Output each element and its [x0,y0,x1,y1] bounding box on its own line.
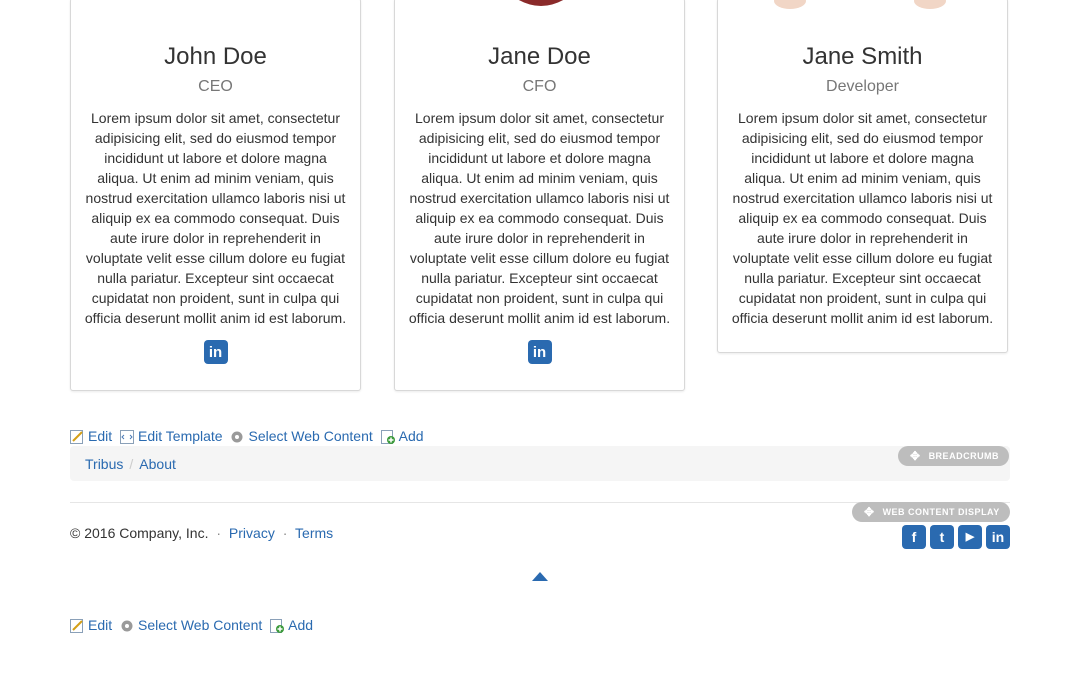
portlet-toolbar: Edit Edit Template Select Web Content Ad… [70,428,428,444]
add-icon [380,430,395,444]
edit-icon [70,619,84,633]
twitter-icon[interactable]: t [930,525,954,549]
move-icon: ✥ [910,449,921,463]
photo-fragment [518,0,564,6]
member-bio: Lorem ipsum dolor sit amet, consectetur … [408,110,671,326]
edit-template-link[interactable]: Edit Template [138,428,223,444]
member-role: CFO [522,78,557,95]
member-bio: Lorem ipsum dolor sit amet, consectetur … [731,110,994,326]
team-card-john-doe: John Doe CEO Lorem ipsum dolor sit amet,… [70,0,361,391]
member-name: Jane Doe [488,43,591,70]
edit-icon [70,430,84,444]
member-role: CEO [198,78,233,95]
edit-button[interactable]: Edit [70,617,116,633]
breadcrumb-item-about[interactable]: About [139,456,176,472]
footer-separator: · [282,525,288,541]
portlet-toolbar-footer: Edit Select Web Content Add [70,617,317,633]
breadcrumb-portlet-badge[interactable]: ✥ BREADCRUMB [898,446,1010,466]
edit-link[interactable]: Edit [88,428,112,444]
breadcrumb: Tribus / About [70,446,1010,481]
caret-up-icon[interactable] [532,572,548,581]
add-button[interactable]: Add [270,617,313,633]
member-bio: Lorem ipsum dolor sit amet, consectetur … [84,110,347,326]
gear-icon [120,619,134,633]
gear-icon [230,430,244,444]
footer-separator: · [216,525,222,541]
add-button[interactable]: Add [380,428,424,444]
facebook-icon[interactable]: f [902,525,926,549]
move-icon: ✥ [864,505,875,519]
team-card-jane-smith: Jane Smith Developer Lorem ipsum dolor s… [717,0,1008,353]
add-icon [270,619,285,633]
photo-fragment [774,0,946,9]
select-web-content-button[interactable]: Select Web Content [230,428,376,444]
team-photo [718,0,1007,13]
add-link[interactable]: Add [399,428,424,444]
privacy-link[interactable]: Privacy [229,525,275,541]
linkedin-icon[interactable]: in [986,525,1010,549]
badge-label: BREADCRUMB [928,451,1000,461]
web-content-display-badge[interactable]: ✥ WEB CONTENT DISPLAY [852,502,1010,522]
select-web-content-button[interactable]: Select Web Content [120,617,266,633]
team-card-jane-doe: Jane Doe CFO Lorem ipsum dolor sit amet,… [394,0,685,391]
breadcrumb-item-tribus[interactable]: Tribus [85,456,123,472]
youtube-icon[interactable]: ▶ [958,525,982,549]
member-role: Developer [826,78,899,95]
team-photo [71,0,360,13]
team-photo [395,0,684,13]
select-web-content-link[interactable]: Select Web Content [138,617,262,633]
badge-label: WEB CONTENT DISPLAY [882,507,1000,517]
linkedin-icon[interactable]: in [203,340,228,364]
breadcrumb-separator: / [129,456,134,472]
terms-link[interactable]: Terms [295,525,333,541]
member-name: John Doe [164,43,267,70]
member-name: Jane Smith [802,43,923,70]
template-icon [120,430,135,444]
breadcrumb-items: Tribus / About [85,456,176,472]
edit-button[interactable]: Edit [70,428,116,444]
add-link[interactable]: Add [288,617,313,633]
edit-template-button[interactable]: Edit Template [120,428,226,444]
edit-link[interactable]: Edit [88,617,112,633]
copyright: © 2016 Company, Inc. [70,525,209,541]
linkedin-icon[interactable]: in [527,340,552,364]
select-web-content-link[interactable]: Select Web Content [248,428,372,444]
footer: © 2016 Company, Inc. · Privacy · Terms [70,525,333,541]
